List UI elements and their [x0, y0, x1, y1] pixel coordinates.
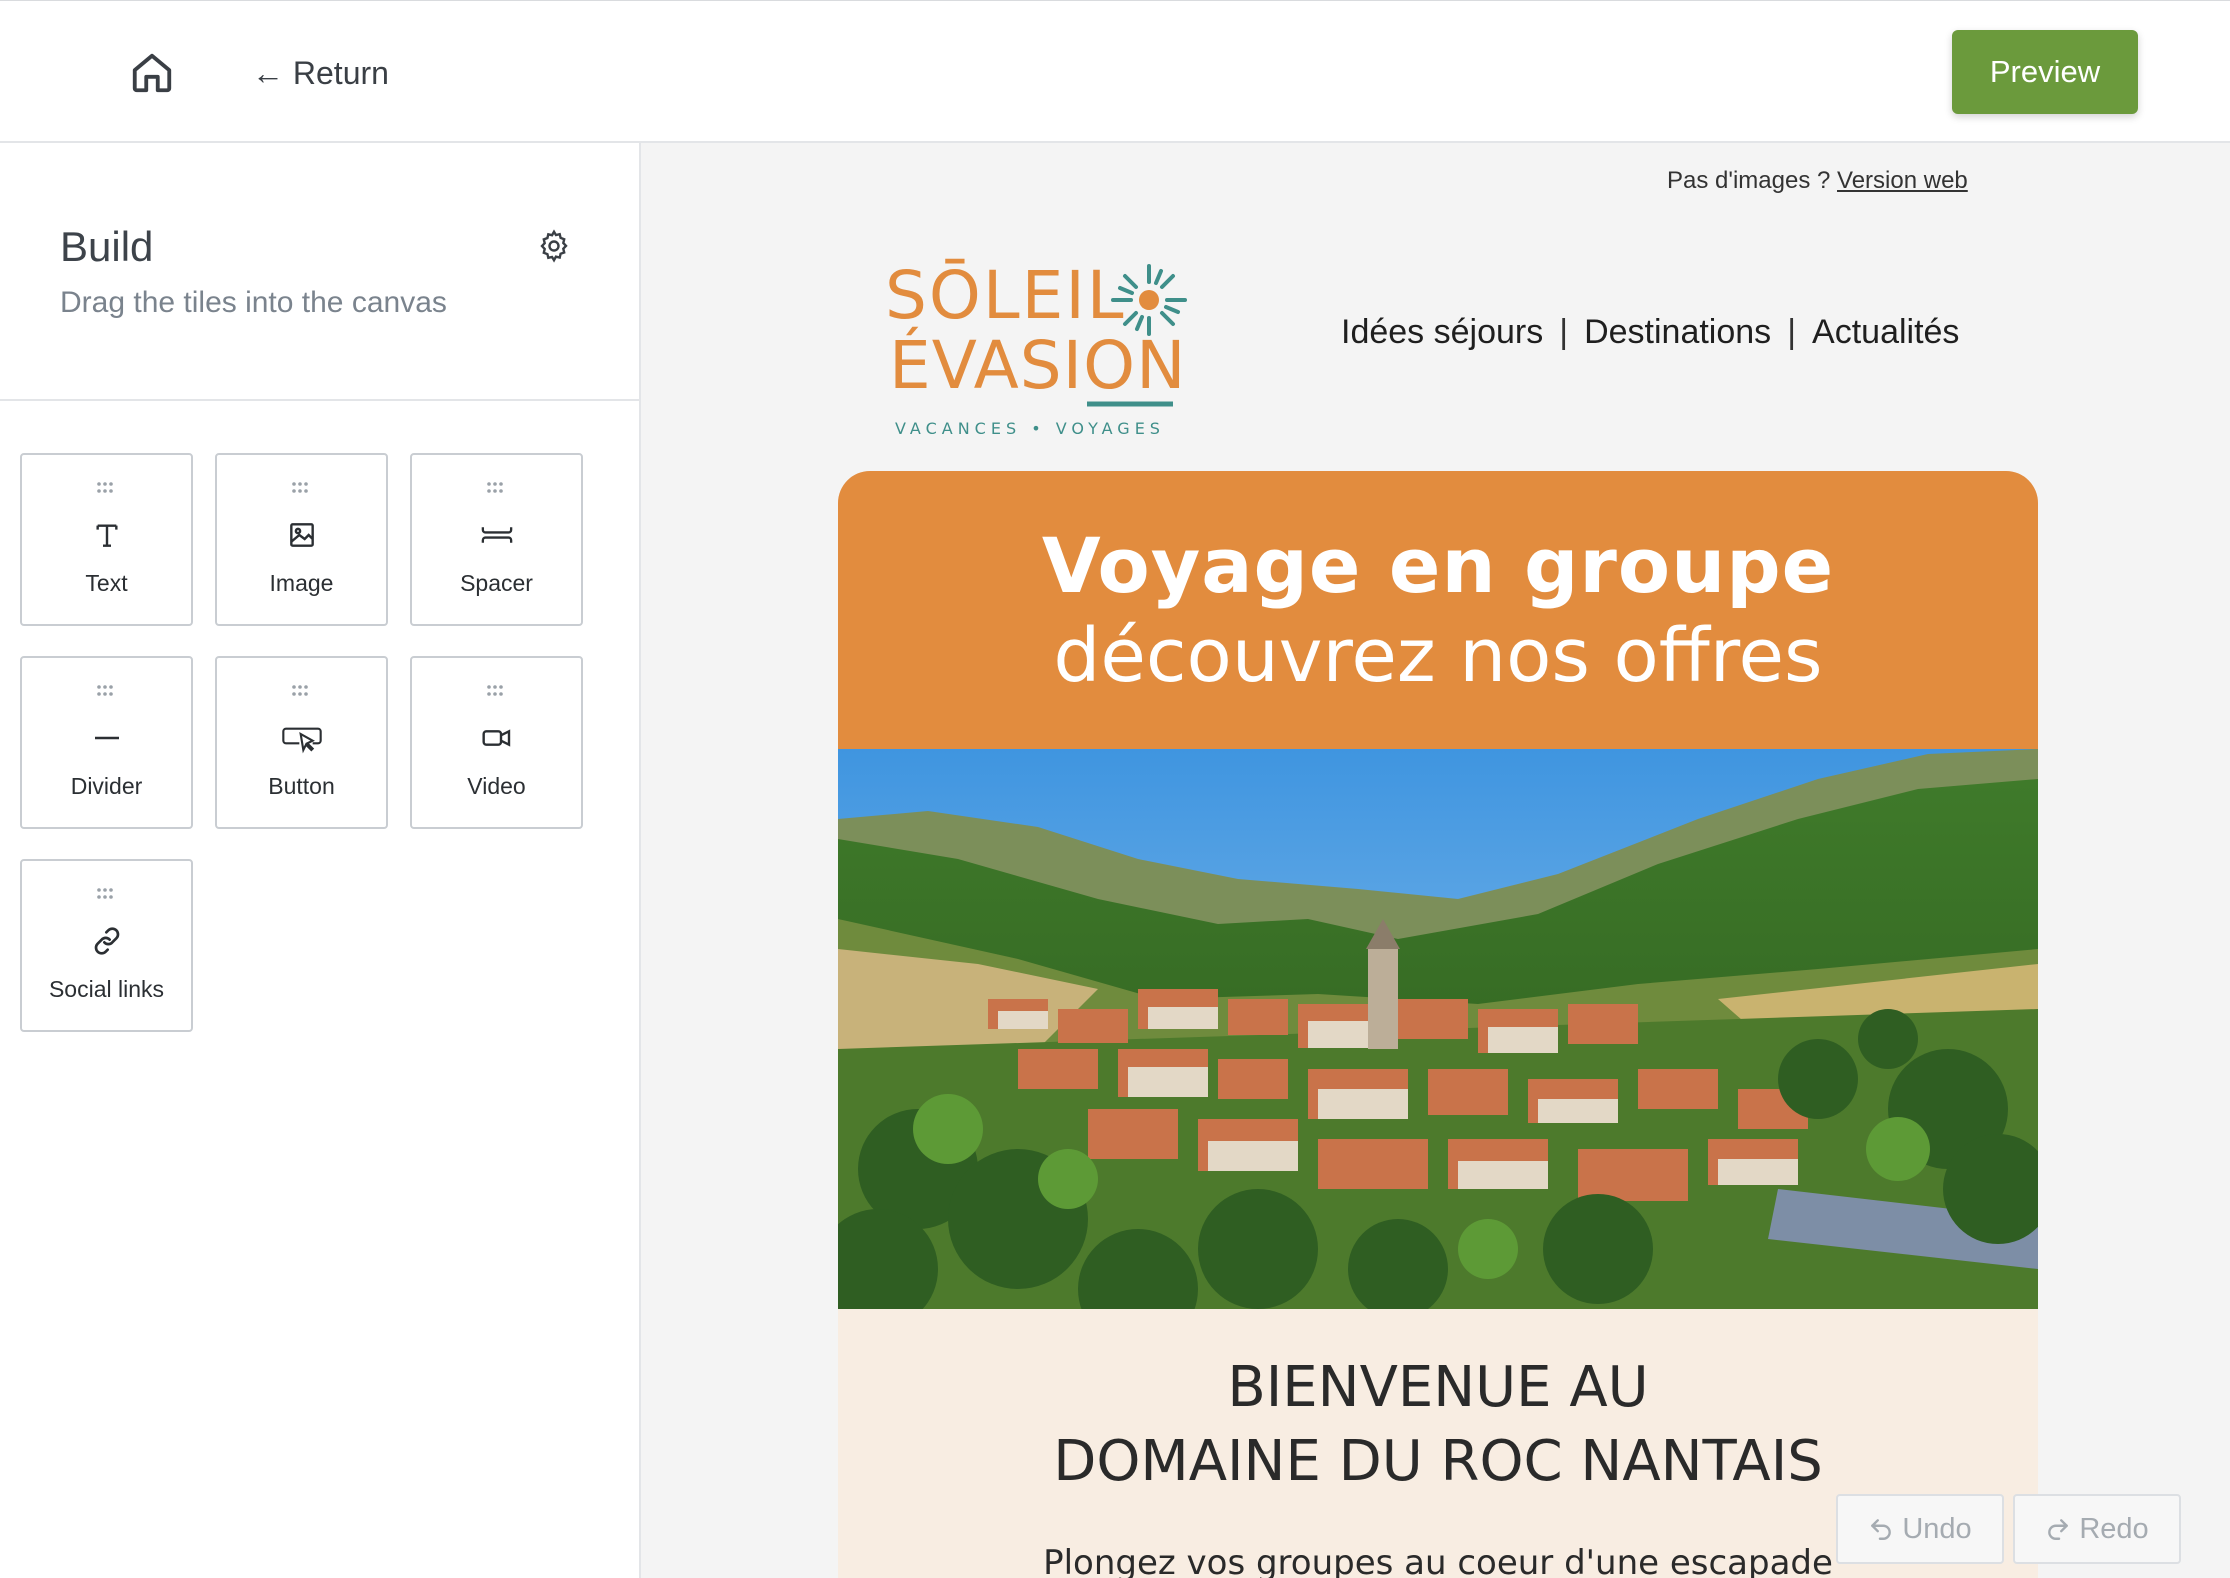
no-images-notice: Pas d'images ? Version web	[1667, 167, 1968, 195]
tile-label: Image	[269, 570, 334, 596]
email-nav: Idées séjours | Destinations | Actualité…	[1341, 313, 1959, 352]
email-canvas: Pas d'images ? Version web SŌLEIL ÉVASIO…	[641, 143, 2230, 1578]
top-bar: ← Return Preview	[0, 0, 2230, 143]
undo-icon	[1871, 1519, 1892, 1540]
nav-link-destinations[interactable]: Destinations	[1584, 313, 1771, 352]
build-sidebar: Build Drag the tiles into the canvas Tex…	[0, 143, 641, 1578]
nav-separator: |	[1559, 313, 1569, 351]
hero-subtitle: découvrez nos offres	[1053, 613, 1823, 699]
tile-label: Button	[268, 773, 335, 799]
brand-logo: SŌLEIL ÉVASION VACANCES • VOYAGES	[881, 248, 1201, 438]
nav-separator: |	[1787, 313, 1797, 351]
build-subtitle: Drag the tiles into the canvas	[60, 286, 447, 319]
return-label: ← Return	[252, 54, 389, 91]
video-icon	[481, 729, 510, 747]
logo-line-1: SŌLEIL	[885, 257, 1126, 334]
redo-button[interactable]: Redo	[2013, 1494, 2181, 1564]
nav-link-actualites[interactable]: Actualités	[1812, 313, 1959, 352]
tile-label: Divider	[70, 773, 143, 799]
tile-spacer[interactable]: Spacer	[410, 453, 583, 626]
divider-icon	[94, 736, 119, 740]
return-button[interactable]: ← Return	[252, 51, 389, 95]
tile-text[interactable]: Text	[20, 453, 193, 626]
home-button[interactable]	[126, 47, 178, 99]
logo-tagline: VACANCES • VOYAGES	[895, 419, 1165, 438]
undo-label: Undo	[1902, 1512, 1972, 1545]
village-photo[interactable]	[838, 749, 2038, 1309]
link-icon	[94, 927, 119, 955]
spacer-icon	[481, 527, 512, 543]
drag-handle-icon	[22, 684, 191, 703]
gear-icon[interactable]	[536, 228, 572, 264]
web-version-link[interactable]: Version web	[1837, 167, 1968, 194]
undo-button[interactable]: Undo	[1836, 1494, 2004, 1564]
tile-image[interactable]: Image	[215, 453, 388, 626]
build-title: Build	[60, 223, 154, 270]
drag-handle-icon	[217, 481, 386, 500]
preview-button[interactable]: Preview	[1952, 30, 2138, 114]
tile-social-links[interactable]: Social links	[20, 859, 193, 1032]
tile-label: Social links	[48, 976, 165, 1002]
welcome-title: BIENVENUE AU DOMAINE DU ROC NANTAIS	[838, 1351, 2038, 1499]
sun-icon	[1111, 264, 1187, 336]
home-icon	[132, 53, 172, 93]
drag-handle-icon	[412, 684, 581, 703]
sidebar-header: Build Drag the tiles into the canvas	[0, 143, 639, 401]
tile-divider[interactable]: Divider	[20, 656, 193, 829]
text-icon	[95, 524, 118, 547]
no-images-text: Pas d'images ?	[1667, 167, 1838, 194]
redo-icon	[2048, 1519, 2069, 1540]
drag-handle-icon	[22, 887, 191, 906]
drag-handle-icon	[22, 481, 191, 500]
image-icon	[289, 523, 314, 547]
logo-line-2: ÉVASION	[889, 326, 1186, 404]
drag-handle-icon	[412, 481, 581, 500]
nav-link-idees-sejours[interactable]: Idées séjours	[1341, 313, 1543, 352]
tile-video[interactable]: Video	[410, 656, 583, 829]
redo-label: Redo	[2079, 1512, 2149, 1545]
tile-button[interactable]: Button	[215, 656, 388, 829]
tile-label: Spacer	[460, 570, 533, 596]
welcome-title-line-2: DOMAINE DU ROC NANTAIS	[1053, 1429, 1823, 1494]
tile-label: Video	[467, 773, 526, 799]
welcome-title-line-1: BIENVENUE AU	[1227, 1355, 1649, 1420]
drag-handle-icon	[217, 684, 386, 703]
hero-title: Voyage en groupe	[1041, 521, 1835, 610]
tile-label: Text	[85, 570, 128, 596]
button-icon	[281, 727, 322, 754]
hero-banner[interactable]: Voyage en groupe découvrez nos offres	[838, 471, 2038, 751]
